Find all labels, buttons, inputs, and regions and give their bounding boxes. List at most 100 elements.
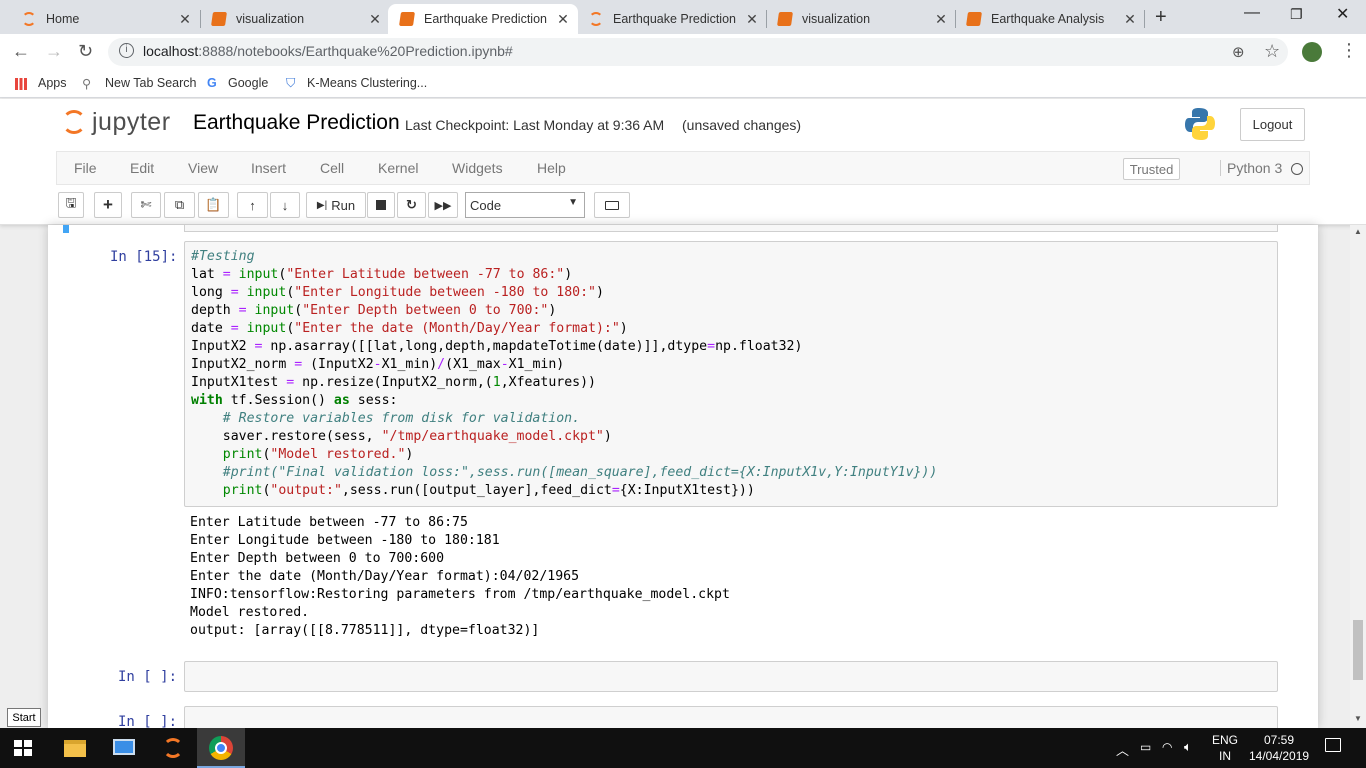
plus-icon: +	[103, 195, 113, 214]
cut-button[interactable]: ✄	[131, 192, 161, 218]
tab-visualization[interactable]: visualization ✕	[200, 4, 390, 34]
menu-help[interactable]: Help	[537, 160, 566, 176]
restart-run-all-button[interactable]: ▶▶	[428, 192, 458, 218]
menu-cell[interactable]: Cell	[320, 160, 344, 176]
code-line: saver.restore(sess, "/tmp/earthquake_mod…	[191, 429, 612, 444]
network-icon[interactable]: ▭	[1140, 740, 1151, 754]
language-region[interactable]: IN	[1219, 749, 1231, 763]
code-line: long = input("Enter Longitude between -1…	[191, 285, 604, 300]
close-icon[interactable]: ✕	[934, 11, 948, 28]
copy-icon: ⧉	[174, 197, 185, 212]
copy-button[interactable]: ⧉	[164, 192, 195, 218]
kernel-name[interactable]: Python 3	[1220, 160, 1282, 176]
previous-cell-input[interactable]	[184, 225, 1278, 232]
code-line: print("output:",sess.run([output_layer],…	[222, 483, 755, 498]
arrow-up-icon: ↑	[249, 197, 256, 213]
shield-icon: ⛉	[286, 76, 296, 90]
tab-earthquake-prediction[interactable]: Earthquake Prediction ✕	[577, 4, 767, 34]
notebook-title[interactable]: Earthquake Prediction	[193, 111, 400, 135]
reload-icon[interactable]: ↻	[78, 41, 93, 62]
code-line: date = input("Enter the date (Month/Day/…	[191, 321, 628, 336]
empty-code-cell-input[interactable]	[184, 661, 1278, 692]
output-line: Enter Latitude between -77 to 86:75	[190, 515, 468, 530]
menu-file[interactable]: File	[74, 160, 97, 176]
bookmark-star-icon[interactable]: ☆	[1264, 41, 1280, 62]
profile-avatar[interactable]	[1302, 42, 1322, 62]
close-icon[interactable]: ✕	[368, 11, 382, 28]
notebook-container: In [15]: #Testing lat = input("Enter Lat…	[48, 225, 1318, 736]
close-icon[interactable]: ✕	[556, 11, 570, 28]
move-down-button[interactable]: ↓	[270, 192, 300, 218]
minimize-icon[interactable]: —	[1244, 4, 1260, 22]
clock-date[interactable]: 14/04/2019	[1249, 749, 1309, 763]
page-scrollbar[interactable]: ▲ ▼	[1350, 225, 1366, 728]
jupyter-header: jupyter Earthquake Prediction Last Check…	[0, 99, 1366, 225]
action-center-icon[interactable]	[1325, 738, 1341, 752]
tray-chevron-up-icon[interactable]: ︿	[1116, 740, 1129, 759]
scroll-up-icon[interactable]: ▲	[1354, 227, 1362, 236]
tab-label: visualization	[236, 12, 305, 26]
chrome-taskbar-button[interactable]	[197, 728, 245, 768]
language-code[interactable]: ENG	[1212, 733, 1238, 747]
tab-earthquake-analysis[interactable]: Earthquake Analysis ✕	[955, 4, 1145, 34]
restore-icon[interactable]: ❐	[1290, 6, 1303, 23]
code-line: InputX2_norm = (InputX2-X1_min)/(X1_max-…	[191, 357, 565, 372]
menu-widgets[interactable]: Widgets	[452, 160, 503, 176]
trusted-badge[interactable]: Trusted	[1123, 158, 1180, 180]
cell-type-select[interactable]: Code ▼	[465, 192, 585, 218]
jupyter-logo-icon[interactable]	[62, 110, 86, 134]
code-line: print("Model restored.")	[222, 447, 414, 462]
close-icon[interactable]: ✕	[178, 11, 192, 28]
tab-visualization-2[interactable]: visualization ✕	[766, 4, 956, 34]
logout-button[interactable]: Logout	[1240, 108, 1305, 141]
info-icon[interactable]: i	[119, 43, 134, 58]
bookmark-google[interactable]: Google	[228, 76, 268, 90]
jupyter-taskbar-icon[interactable]	[163, 738, 183, 758]
save-button[interactable]: 🖫	[58, 192, 84, 218]
wifi-icon[interactable]: ◠	[1162, 740, 1172, 754]
insert-cell-button[interactable]: +	[94, 192, 122, 218]
menu-insert[interactable]: Insert	[251, 160, 286, 176]
forward-arrow-icon[interactable]: →	[45, 41, 63, 62]
notebook-menubar: File Edit View Insert Cell Kernel Widget…	[56, 151, 1310, 185]
bookmark-new-tab-search[interactable]: New Tab Search	[105, 76, 197, 90]
run-button[interactable]: ▶| Run	[306, 192, 366, 218]
clock-time[interactable]: 07:59	[1264, 733, 1294, 747]
url-text[interactable]: localhost:8888/notebooks/Earthquake%20Pr…	[143, 43, 513, 59]
interrupt-button[interactable]	[367, 192, 395, 218]
code-cell-source[interactable]: #Testing lat = input("Enter Latitude bet…	[191, 248, 937, 500]
tab-earthquake-prediction-active[interactable]: Earthquake Prediction ✕	[388, 4, 578, 34]
move-up-button[interactable]: ↑	[237, 192, 268, 218]
menu-kebab-icon[interactable]: ⋮	[1340, 40, 1358, 61]
kernel-status-icon	[1291, 163, 1303, 175]
new-tab-button[interactable]: +	[1155, 6, 1167, 29]
zoom-icon[interactable]: ⊕	[1232, 43, 1245, 61]
back-arrow-icon[interactable]: ←	[12, 41, 30, 62]
menu-edit[interactable]: Edit	[130, 160, 154, 176]
restart-button[interactable]: ↻	[397, 192, 426, 218]
paste-button[interactable]: 📋	[198, 192, 229, 218]
arrow-down-icon: ↓	[281, 197, 289, 213]
code-line: InputX1test = np.resize(InputX2_norm,(1,…	[191, 375, 596, 390]
close-icon[interactable]: ✕	[1123, 11, 1137, 28]
url-path: :8888/notebooks/Earthquake%20Prediction.…	[198, 43, 513, 59]
chrome-icon	[209, 736, 233, 760]
scroll-down-icon[interactable]: ▼	[1354, 714, 1362, 723]
file-explorer-icon[interactable]	[64, 740, 86, 757]
bookmark-kmeans[interactable]: K-Means Clustering...	[307, 76, 427, 90]
run-label: Run	[331, 197, 356, 213]
bookmark-apps[interactable]: Apps	[38, 76, 67, 90]
scrollbar-thumb[interactable]	[1353, 620, 1363, 680]
menu-kernel[interactable]: Kernel	[378, 160, 418, 176]
volume-icon[interactable]: 🔈︎	[1184, 739, 1192, 755]
close-icon[interactable]: ✕	[745, 11, 759, 28]
this-pc-icon[interactable]	[113, 739, 135, 755]
menu-view[interactable]: View	[188, 160, 218, 176]
code-line: lat = input("Enter Latitude between -77 …	[191, 267, 573, 282]
windows-start-icon[interactable]	[14, 740, 32, 756]
jupyter-logo-text[interactable]: jupyter	[92, 108, 171, 137]
tab-home[interactable]: Home ✕	[10, 4, 200, 34]
window-close-icon[interactable]: ✕	[1336, 4, 1349, 24]
checkpoint-status: Last Checkpoint: Last Monday at 9:36 AM	[405, 117, 665, 133]
command-palette-button[interactable]	[594, 192, 630, 218]
